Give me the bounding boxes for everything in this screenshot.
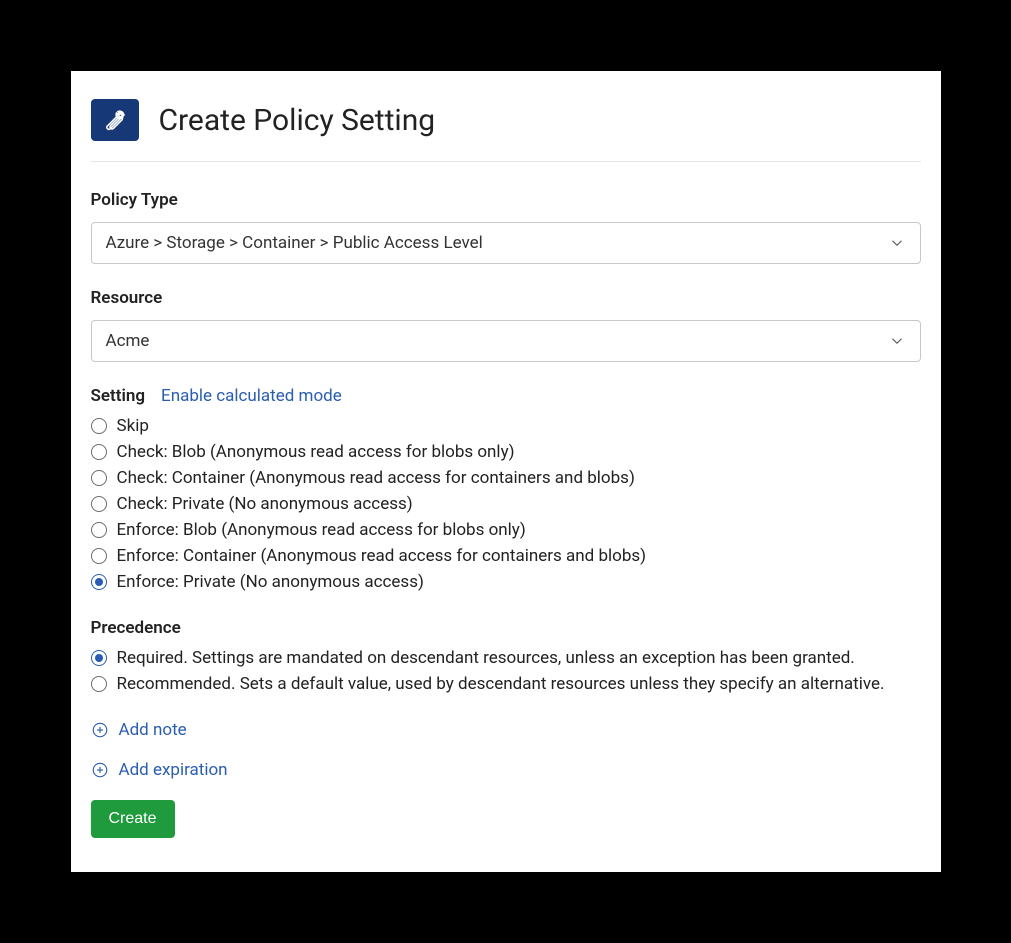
- precedence-option[interactable]: Recommended. Sets a default value, used …: [91, 674, 921, 694]
- add-note-label: Add note: [119, 720, 187, 740]
- radio-button[interactable]: [91, 650, 107, 666]
- setting-option-label: Check: Private (No anonymous access): [117, 494, 413, 514]
- setting-option-label: Check: Blob (Anonymous read access for b…: [117, 442, 515, 462]
- setting-option-label: Enforce: Container (Anonymous read acces…: [117, 546, 647, 566]
- create-button[interactable]: Create: [91, 800, 175, 838]
- resource-dropdown[interactable]: Acme: [91, 320, 921, 362]
- add-expiration-link[interactable]: Add expiration: [91, 760, 921, 780]
- radio-button[interactable]: [91, 676, 107, 692]
- precedence-option-label: Recommended. Sets a default value, used …: [117, 674, 885, 694]
- wrench-icon: [91, 99, 139, 141]
- radio-button[interactable]: [91, 548, 107, 564]
- setting-option[interactable]: Enforce: Container (Anonymous read acces…: [91, 546, 921, 566]
- setting-option-label: Check: Container (Anonymous read access …: [117, 468, 635, 488]
- policy-type-value: Azure > Storage > Container > Public Acc…: [106, 233, 483, 253]
- chevron-down-icon: [888, 332, 906, 350]
- radio-button[interactable]: [91, 574, 107, 590]
- setting-option-label: Enforce: Blob (Anonymous read access for…: [117, 520, 526, 540]
- radio-button[interactable]: [91, 444, 107, 460]
- radio-button[interactable]: [91, 496, 107, 512]
- setting-option[interactable]: Skip: [91, 416, 921, 436]
- add-note-link[interactable]: Add note: [91, 720, 921, 740]
- setting-option[interactable]: Enforce: Private (No anonymous access): [91, 572, 921, 592]
- create-policy-panel: Create Policy Setting Policy Type Azure …: [71, 71, 941, 872]
- panel-header: Create Policy Setting: [91, 99, 921, 162]
- setting-option[interactable]: Enforce: Blob (Anonymous read access for…: [91, 520, 921, 540]
- setting-radio-group: Skip Check: Blob (Anonymous read access f…: [91, 416, 921, 592]
- page-title: Create Policy Setting: [159, 103, 436, 138]
- radio-button[interactable]: [91, 418, 107, 434]
- radio-button[interactable]: [91, 522, 107, 538]
- setting-option[interactable]: Check: Private (No anonymous access): [91, 494, 921, 514]
- resource-label: Resource: [91, 288, 921, 308]
- policy-type-label: Policy Type: [91, 190, 921, 210]
- precedence-radio-group: Required. Settings are mandated on desce…: [91, 648, 921, 694]
- chevron-down-icon: [888, 234, 906, 252]
- plus-circle-icon: [91, 761, 109, 779]
- setting-option-label: Enforce: Private (No anonymous access): [117, 572, 424, 592]
- setting-option[interactable]: Check: Blob (Anonymous read access for b…: [91, 442, 921, 462]
- setting-label-row: Setting Enable calculated mode: [91, 386, 921, 406]
- setting-option-label: Skip: [117, 416, 149, 436]
- setting-option[interactable]: Check: Container (Anonymous read access …: [91, 468, 921, 488]
- setting-label: Setting: [91, 386, 146, 406]
- plus-circle-icon: [91, 721, 109, 739]
- policy-type-dropdown[interactable]: Azure > Storage > Container > Public Acc…: [91, 222, 921, 264]
- radio-button[interactable]: [91, 470, 107, 486]
- precedence-option[interactable]: Required. Settings are mandated on desce…: [91, 648, 921, 668]
- enable-calculated-mode-link[interactable]: Enable calculated mode: [161, 386, 342, 406]
- precedence-label: Precedence: [91, 618, 921, 638]
- precedence-option-label: Required. Settings are mandated on desce…: [117, 648, 855, 668]
- add-expiration-label: Add expiration: [119, 760, 228, 780]
- resource-value: Acme: [106, 331, 150, 351]
